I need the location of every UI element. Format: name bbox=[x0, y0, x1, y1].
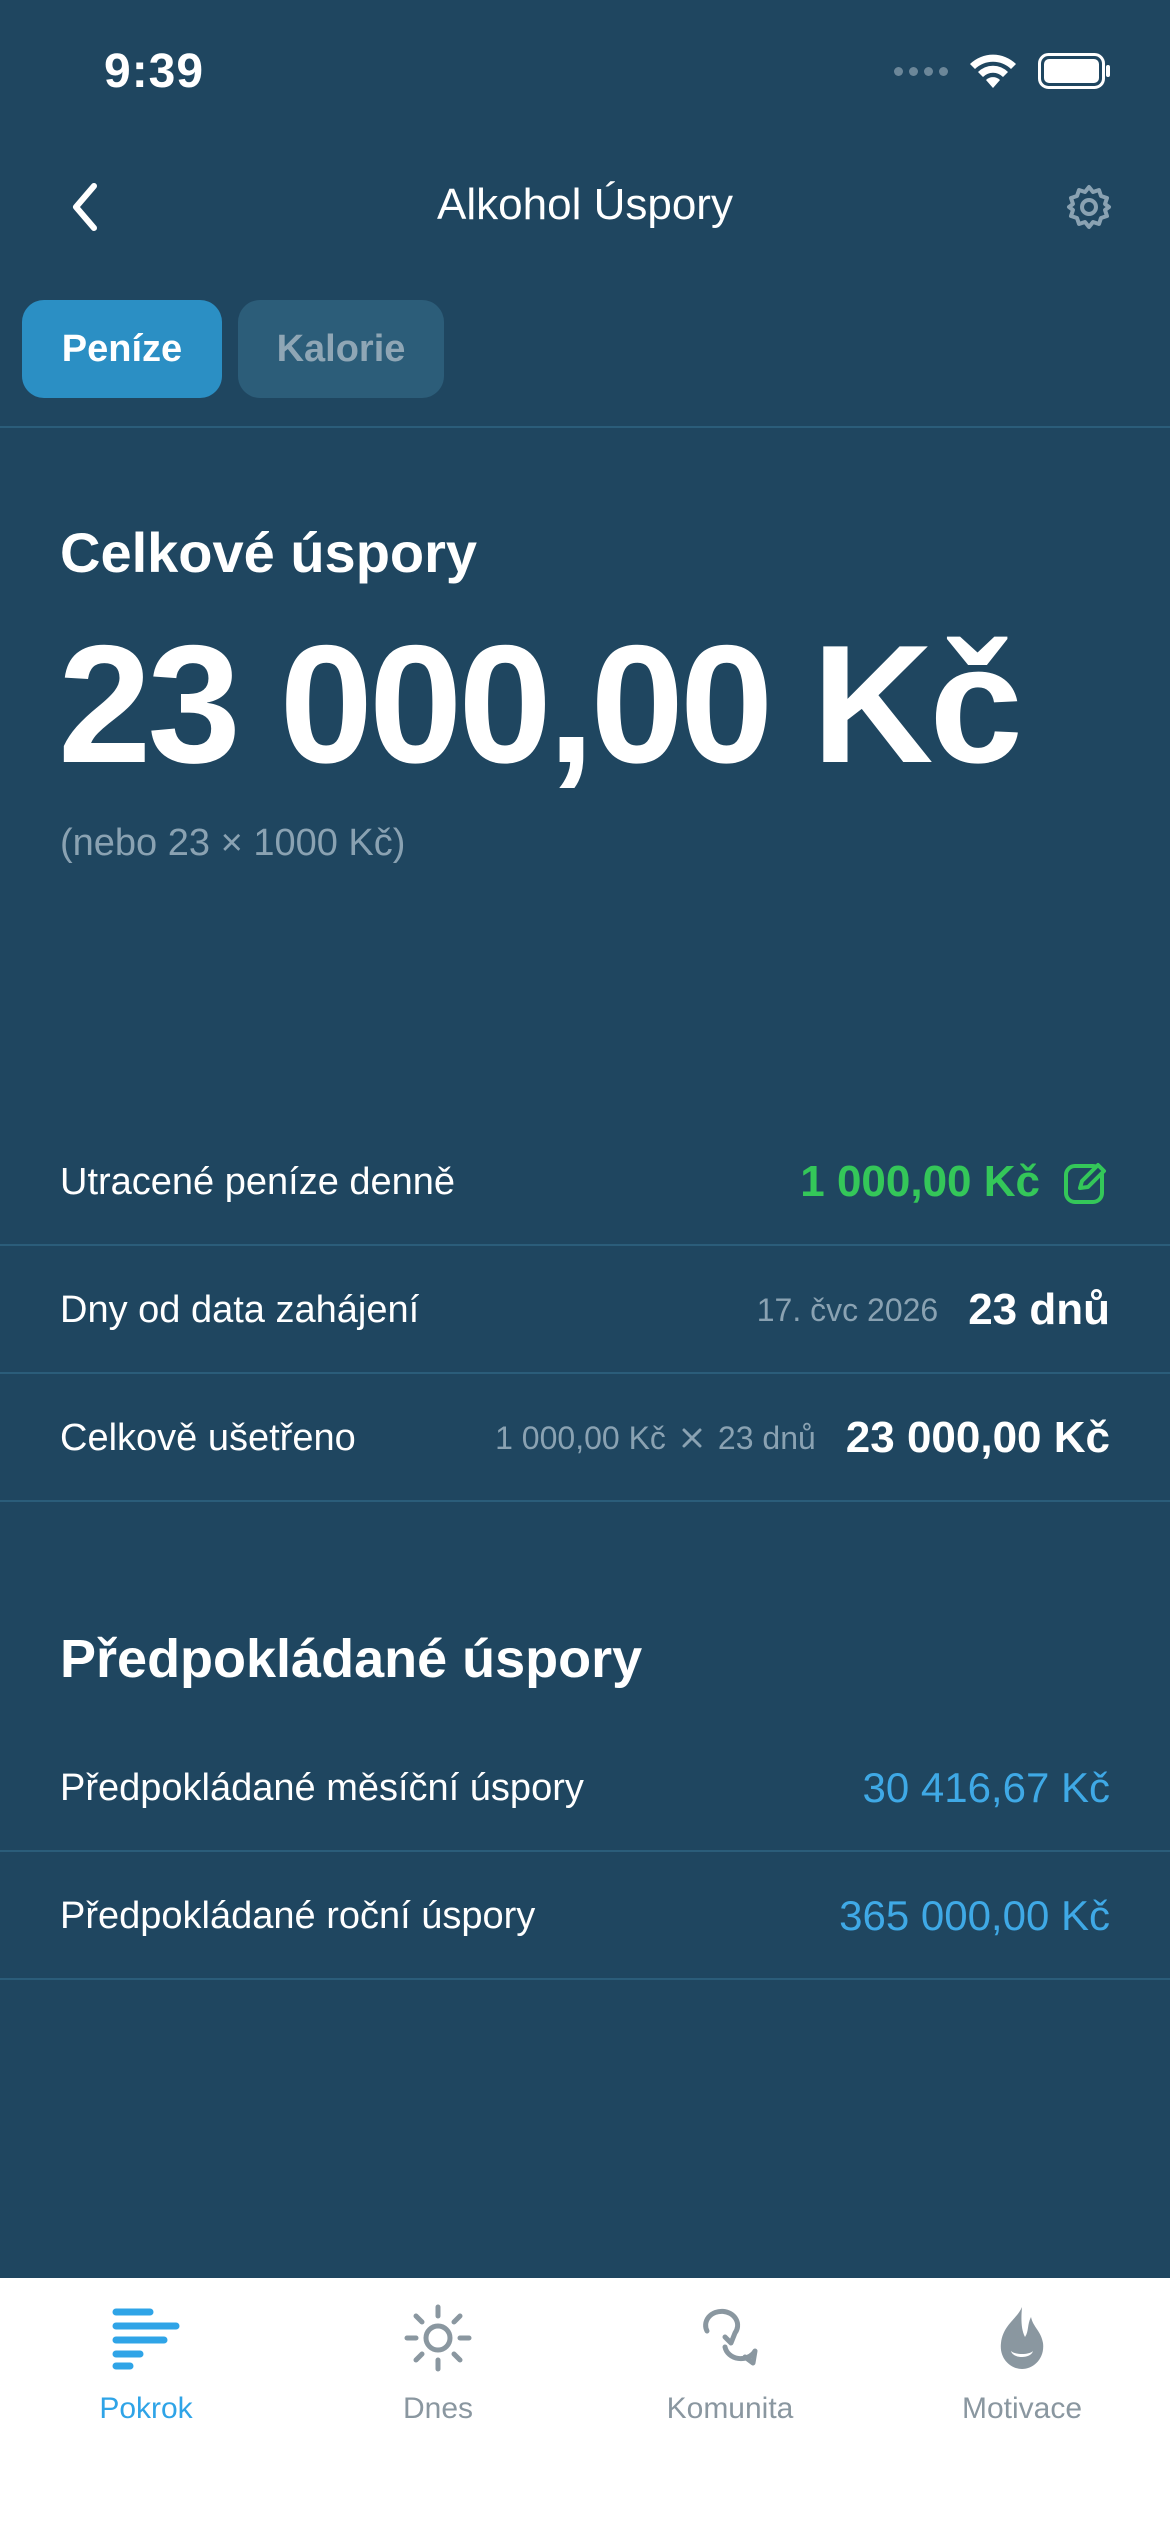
status-time: 9:39 bbox=[104, 45, 205, 98]
settings-button[interactable] bbox=[1054, 172, 1124, 242]
days-since-start-row: Dny od data zahájení 17. čvc 2026 23 dnů bbox=[0, 1246, 1170, 1374]
total-saved-row: Celkově ušetřeno 1 000,00 Kč 23 dnů 23 0… bbox=[0, 1374, 1170, 1502]
total-savings-subtitle: (nebo 23 × 1000 Kč) bbox=[60, 822, 406, 864]
daily-spent-right: 1 000,00 Kč bbox=[800, 1118, 1110, 1246]
projected-yearly-label: Předpokládané roční úspory bbox=[60, 1895, 536, 1937]
total-saved-right: 1 000,00 Kč 23 dnů 23 000,00 Kč bbox=[495, 1374, 1110, 1502]
battery-icon bbox=[1038, 53, 1110, 89]
gear-icon bbox=[1067, 185, 1111, 229]
daily-spent-label: Utracené peníze denně bbox=[60, 1161, 456, 1203]
divider bbox=[0, 426, 1170, 428]
calc-days: 23 dnů bbox=[717, 1419, 816, 1456]
calc-daily-amount: 1 000,00 Kč bbox=[495, 1419, 666, 1456]
tab-community-label: Komunita bbox=[666, 2392, 794, 2425]
projected-savings-title: Předpokládané úspory bbox=[60, 1629, 643, 1689]
total-saved-label: Celkově ušetřeno bbox=[60, 1417, 356, 1459]
total-savings-value: 23 000,00 Kč bbox=[58, 610, 1023, 798]
days-since-start-label: Dny od data zahájení bbox=[60, 1289, 420, 1331]
cellular-signal-icon bbox=[894, 66, 948, 76]
tab-money[interactable]: Peníze bbox=[22, 300, 222, 398]
projected-monthly-row: Předpokládané měsíční úspory 30 416,67 K… bbox=[0, 1724, 1170, 1852]
nav-bar: Alkohol Úspory bbox=[0, 150, 1170, 260]
progress-icon bbox=[106, 2298, 186, 2378]
tab-motivation[interactable]: Motivace bbox=[876, 2298, 1168, 2458]
wifi-icon bbox=[970, 54, 1016, 88]
status-bar: 9:39 bbox=[0, 0, 1170, 150]
tab-community[interactable]: Komunita bbox=[584, 2298, 876, 2458]
motivation-icon bbox=[982, 2298, 1062, 2378]
tab-progress[interactable]: Pokrok bbox=[0, 2298, 292, 2458]
edit-icon[interactable] bbox=[1062, 1158, 1110, 1206]
projected-yearly-right: 365 000,00 Kč bbox=[839, 1852, 1110, 1980]
tab-today[interactable]: Dnes bbox=[292, 2298, 584, 2458]
multiply-icon bbox=[682, 1428, 702, 1448]
tab-bar: Pokrok Dnes Komunita Motivace bbox=[0, 2278, 1170, 2532]
community-icon bbox=[690, 2298, 770, 2378]
divider bbox=[0, 1500, 1170, 1502]
tab-motivation-label: Motivace bbox=[961, 2392, 1083, 2425]
daily-spent-row: Utracené peníze denně 1 000,00 Kč bbox=[0, 1118, 1170, 1246]
tab-progress-label: Pokrok bbox=[99, 2392, 193, 2425]
divider bbox=[0, 1978, 1170, 1980]
total-saved-value: 23 000,00 Kč bbox=[845, 1413, 1110, 1462]
projected-monthly-label: Předpokládané měsíční úspory bbox=[60, 1767, 584, 1809]
projected-monthly-value: 30 416,67 Kč bbox=[862, 1764, 1110, 1811]
tab-calories[interactable]: Kalorie bbox=[238, 300, 444, 398]
page-title: Alkohol Úspory bbox=[437, 180, 733, 229]
projected-yearly-value: 365 000,00 Kč bbox=[839, 1892, 1110, 1939]
tab-today-label: Dnes bbox=[402, 2392, 474, 2425]
start-date: 17. čvc 2026 bbox=[756, 1291, 939, 1328]
days-count: 23 dnů bbox=[968, 1285, 1110, 1334]
projected-yearly-row: Předpokládané roční úspory 365 000,00 Kč bbox=[0, 1852, 1170, 1980]
daily-spent-value: 1 000,00 Kč bbox=[800, 1157, 1040, 1206]
sun-icon bbox=[398, 2298, 478, 2378]
projected-monthly-right: 30 416,67 Kč bbox=[862, 1724, 1110, 1852]
days-since-start-right: 17. čvc 2026 23 dnů bbox=[757, 1246, 1110, 1374]
status-icons bbox=[894, 52, 1112, 90]
calculation: 1 000,00 Kč 23 dnů bbox=[495, 1420, 816, 1457]
total-savings-label: Celkové úspory bbox=[60, 521, 478, 584]
